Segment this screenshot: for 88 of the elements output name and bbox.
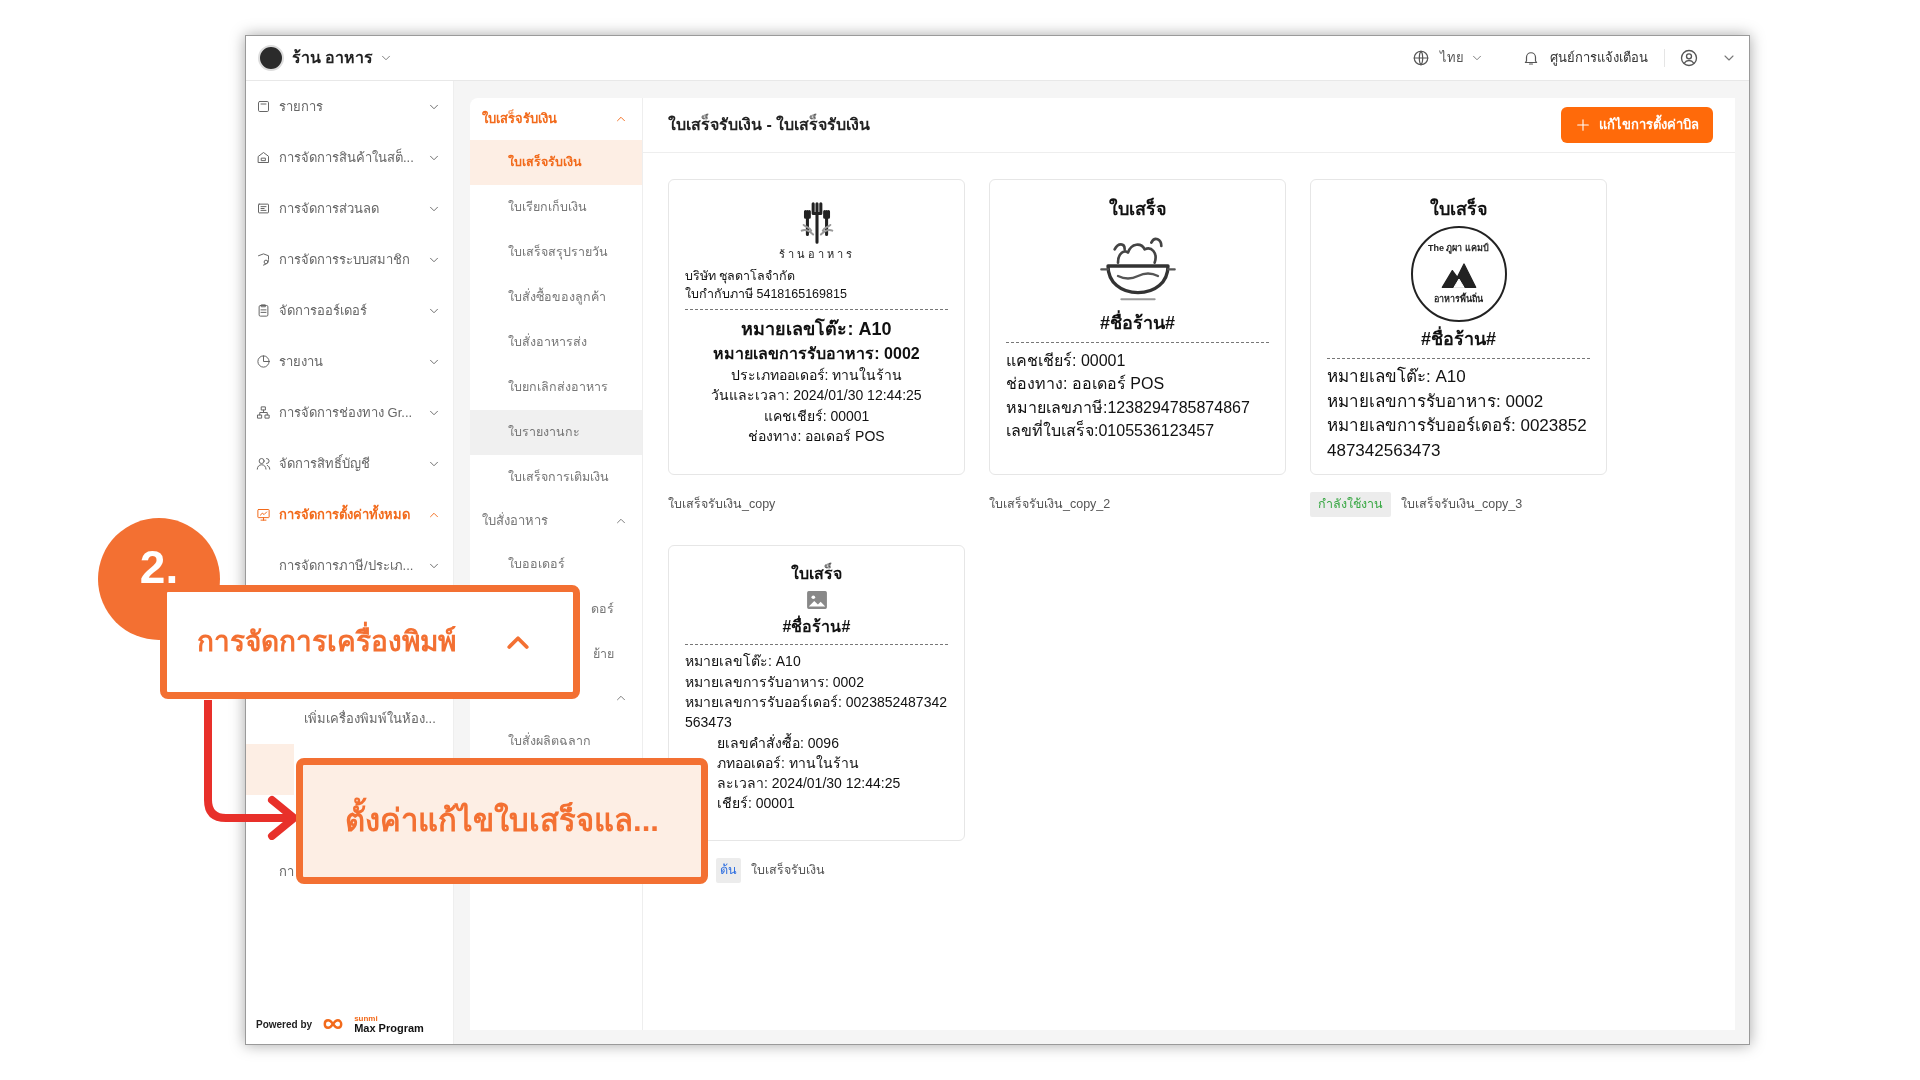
submenu-item[interactable]: ใบเรียกเก็บเงิน (508, 198, 587, 217)
receipt-preview-card[interactable]: ใบเสร็จ #ชื่อร้าน# แคชเชียร์: 00001 ช่องทาง: ออเดอร์ POS หมายเลขภาษี:1238294785874867 เลขที่ใบเสร็จ:0105536123457 (989, 179, 1286, 475)
bell-icon[interactable] (1522, 49, 1540, 67)
submenu-item[interactable]: ใบรายงานกะ (470, 410, 642, 455)
submenu-item[interactable]: ใบยกเลิกส่งอาหาร (508, 378, 608, 397)
status-badge: ต้น (716, 858, 741, 883)
sidebar-item[interactable]: การจัดการช่องทาง Gr... (246, 387, 453, 438)
sidebar-item[interactable]: รายงาน (246, 336, 453, 387)
submenu-item[interactable]: ใบออเดอร์ (508, 555, 565, 574)
receipt-line: ใบกำกับภาษี 5418165169815 (685, 285, 848, 303)
submenu-item[interactable]: ใบสั่งผลิตฉลาก (508, 732, 591, 751)
image-placeholder-icon (805, 589, 828, 612)
receipt-line: แคชเชียร์: 00001 (1006, 350, 1127, 372)
status-badge: กำลังใช้งาน (1310, 492, 1391, 517)
receipt-line: แคชเชียร์: 00001 (762, 406, 871, 426)
submenu-item[interactable]: ย้าย (593, 645, 614, 664)
template-name: ใบเสร็จรับเงิน (751, 861, 825, 879)
receipt-line: ใบเสร็จ (1107, 196, 1168, 221)
store-logo (258, 45, 284, 71)
store-name[interactable]: ร้าน อาหาร (292, 46, 374, 70)
users-icon (256, 456, 271, 471)
receipt-line: เชียร์: 00001 (716, 794, 796, 814)
receipt-line: ช่องทาง: ออเดอร์ POS (1006, 373, 1166, 395)
receipt-line: หมายเลขการรับอาหาร: 0002 (712, 343, 921, 364)
receipt-line: หมายเลขการรับออร์เดอร์: 0023852487342563473 (1327, 415, 1588, 463)
language-selector[interactable]: ไทย (1440, 48, 1464, 68)
monitor-icon (256, 507, 271, 522)
submenu-group-title[interactable]: ใบสั่งอาหาร (482, 511, 548, 531)
receipt-line: หมายเลขการรับอาหาร: 0002 (685, 672, 865, 692)
clipboard-icon (256, 303, 271, 318)
page-title: ใบเสร็จรับเงิน - ใบเสร็จรับเงิน (668, 113, 1561, 137)
sidebar-item[interactable]: การจัดการส่วนลด (246, 183, 453, 234)
sidebar-subitem[interactable]: การจัดการภาษี/ประเภ... (279, 551, 414, 580)
submenu-item[interactable]: ใบเสร็จสรุปรายวัน (508, 243, 608, 262)
receipt-line: หมายเลขโต๊ะ: A10 (685, 652, 802, 672)
sidebar-item[interactable]: จัดการออร์เดอร์ (246, 285, 453, 336)
ticket-icon (256, 201, 271, 216)
submenu-item[interactable]: ใบสั่งซื้อของลูกค้า (508, 288, 606, 307)
user-avatar-icon[interactable] (1679, 48, 1699, 68)
brand-name: Max Program (354, 1022, 424, 1034)
template-name: ใบเสร็จรับเงิน_copy (668, 495, 776, 513)
logo-text: ร้านอาหาร (778, 247, 855, 262)
logo-text: The ภูผา แคมป์ (1428, 242, 1489, 255)
receipt-preview-card[interactable]: ใบเสร็จ #ชื่อร้าน# หมายเลขโต๊ะ: A10 หมายเลขการรับอาหาร: 0002 หมายเลขการรับออร์เดอร์: 0023852487342563473 ยเลขคำสั่งซื้อ: 0096 ภทออเดอร์: ทานในร้าน ละเวลา: 2024/01/30 12:44:25 เชียร์: 00001 (668, 545, 965, 841)
pie-chart-icon (256, 354, 271, 369)
receipt-line: ใบเสร็จ (1428, 196, 1489, 221)
template-name: ใบเสร็จรับเงิน_copy_2 (989, 495, 1111, 513)
logo-text: อาหารพื้นถิ่น (1434, 294, 1483, 306)
submenu-group-title[interactable]: ใบเสร็จรับเงิน (482, 109, 557, 129)
sidebar-item[interactable]: รายการ (246, 81, 453, 132)
receipt-line: #ชื่อร้าน# (1327, 326, 1590, 353)
sidebar-item[interactable]: จัดการสิทธิ์บัญชี (246, 438, 453, 489)
receipt-line: หมายเลขการรับอาหาร: 0002 (1327, 390, 1545, 413)
submenu-item[interactable]: ดอร์ (591, 600, 614, 619)
sidebar-item[interactable]: การจัดการสินค้าในสต็... (246, 132, 453, 183)
receipt-line: วันและเวลา: 2024/01/30 12:44:25 (710, 386, 923, 406)
house-icon (256, 150, 271, 165)
globe-icon[interactable] (1412, 49, 1430, 67)
receipt-line: หมายเลขโต๊ะ: A10 (740, 317, 893, 341)
plus-icon (1575, 117, 1591, 133)
sidebar-item[interactable]: การจัดการระบบสมาชิก (246, 234, 453, 285)
receipt-line: บริษัท ชุลดาโลจำกัด (685, 267, 797, 285)
receipt-line: ประเภทออเดอร์: ทานในร้าน (729, 366, 904, 386)
receipt-line: ภทออเดอร์: ทานในร้าน (716, 753, 860, 773)
receipt-line: #ชื่อร้าน# (685, 615, 948, 639)
powered-by-text: Powered by (256, 1017, 313, 1032)
receipt-line: หมายเลขโต๊ะ: A10 (1327, 365, 1467, 389)
receipt-line: ช่องทาง: ออเดอร์ POS (747, 426, 886, 446)
receipt-line: เลขที่ใบเสร็จ:0105536123457 (1006, 419, 1216, 441)
receipt-line: #ชื่อร้าน# (1006, 310, 1269, 337)
checkbox-icon (256, 99, 271, 114)
receipt-line: หมายเลขการรับออร์เดอร์: 0023852487342563473 (685, 692, 948, 733)
receipt-line: ยเลขคำสั่งซื้อ: 0096 (716, 732, 840, 753)
submenu-item[interactable]: ใบสั่งอาหารส่ง (508, 333, 587, 352)
receipt-line: ใบเสร็จ (685, 562, 948, 586)
template-name: ใบเสร็จรับเงิน_copy_3 (1401, 495, 1523, 513)
receipt-preview-card[interactable]: ร้านอาหาร บริษัท ชุลดาโลจำกัด ใบกำกับภาษี 5418165169815 หมายเลขโต๊ะ: A10 หมายเลขการรับอาหาร: 0002 ประเภทออเดอร์: ทานในร้าน วันและเวลา: 2024/01/30 12:44:25 แคชเชียร์: 00001 ช่องทาง: ออเดอร์ POS (668, 179, 965, 475)
receipt-line: หมายเลขภาษี:1238294785874867 (1006, 397, 1251, 418)
receipt-preview-card[interactable]: ใบเสร็จ The ภูผา แคมป์ อาหารพื้นถิ่น #ชื่อร้าน# หมายเลขโต๊ะ: A10 หมายเลขการรับอาหาร: 0002 หมายเลขการรับออร์เดอร์: 0023852487342563473 (1310, 179, 1607, 475)
sidebar-subitem[interactable]: กา (279, 857, 294, 886)
sidebar-subitem[interactable]: เพิ่มเครื่องพิมพ์ในห้อง... (304, 704, 436, 733)
brand-small-text: sunmi (354, 1014, 379, 1023)
network-icon (256, 405, 271, 420)
receipt-line: ละเวลา: 2024/01/30 12:44:25 (716, 774, 902, 794)
notification-center-link[interactable]: ศูนย์การแจ้งเตือน (1550, 48, 1648, 68)
submenu-item[interactable]: ใบเสร็จการเติมเงิน (508, 468, 609, 487)
callout-text: ตั้งค่าแก้ไขใบเสร็จแล... (345, 797, 659, 845)
sidebar-item[interactable]: การจัดการตั้งค่าทั้งหมด (246, 489, 453, 540)
